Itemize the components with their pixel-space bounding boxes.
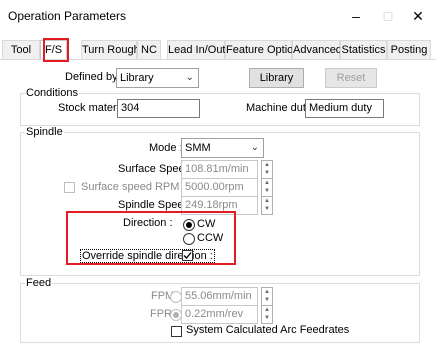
mode-label: Mode : (149, 142, 183, 154)
stock-material-field[interactable]: 304 (117, 99, 200, 118)
reset-button: Reset (325, 68, 377, 88)
tab-turn-rough[interactable]: Turn Rough (81, 40, 140, 59)
cw-label: CW (197, 218, 216, 230)
defined-by-select[interactable]: Library ⌄ (116, 68, 199, 88)
tab-feature-options[interactable]: Feature Options (225, 40, 305, 59)
chevron-down-icon: ⌄ (250, 142, 259, 153)
ccw-radio[interactable] (183, 233, 195, 245)
arc-feedrates-label: System Calculated Arc Feedrates (186, 324, 350, 336)
fpr-field[interactable]: 0.22mm/rev (181, 305, 258, 324)
tab-tool[interactable]: Tool (2, 40, 40, 59)
tab-nc[interactable]: NC (137, 40, 161, 59)
tab-lead-in-out[interactable]: Lead In/Out (167, 40, 226, 59)
library-button[interactable]: Library (249, 68, 304, 88)
ccw-label: CCW (197, 232, 224, 244)
minimize-icon[interactable]: – (346, 6, 366, 26)
fpr-label: FPR (150, 308, 172, 320)
tab-posting[interactable]: Posting (387, 40, 431, 59)
tab-advanced[interactable]: Advanced (292, 40, 342, 59)
close-icon[interactable]: ✕ (408, 6, 428, 26)
conditions-group-label: Conditions (25, 87, 79, 99)
tab-statistics[interactable]: Statistics (340, 40, 387, 59)
override-direction-checkbox[interactable] (182, 250, 193, 261)
spindle-group-label: Spindle (25, 126, 64, 138)
cw-radio[interactable] (183, 219, 195, 231)
rpm-max-checkbox[interactable] (64, 182, 75, 193)
override-direction-label: Override spindle direction : (80, 249, 215, 263)
direction-label: Direction : (123, 217, 173, 229)
fpm-field[interactable]: 55.06mm/min (181, 287, 258, 306)
fpm-spinner[interactable]: ▲ ▼ (261, 287, 273, 306)
defined-by-value: Library (120, 72, 154, 84)
mode-select[interactable]: SMM ⌄ (181, 138, 264, 158)
machine-duty-field[interactable]: Medium duty (305, 99, 384, 118)
fs-tab-highlight (43, 38, 69, 62)
surface-speed-spinner[interactable]: ▲ ▼ (261, 160, 273, 179)
feed-group-label: Feed (25, 277, 53, 289)
window-title: Operation Parameters (8, 9, 127, 23)
chevron-down-icon: ⌄ (185, 72, 194, 83)
check-icon (183, 252, 192, 259)
maximize-icon: □ (383, 8, 393, 24)
defined-by-label: Defined by : (65, 71, 124, 83)
fpr-spinner[interactable]: ▲ ▼ (261, 305, 273, 324)
rpm-max-field[interactable]: 5000.00rpm (181, 178, 258, 197)
surface-speed-field[interactable]: 108.81m/min (181, 160, 258, 179)
spindle-speed-spinner[interactable]: ▲ ▼ (261, 196, 273, 215)
rpm-max-spinner[interactable]: ▲ ▼ (261, 178, 273, 197)
mode-value: SMM (185, 142, 211, 154)
